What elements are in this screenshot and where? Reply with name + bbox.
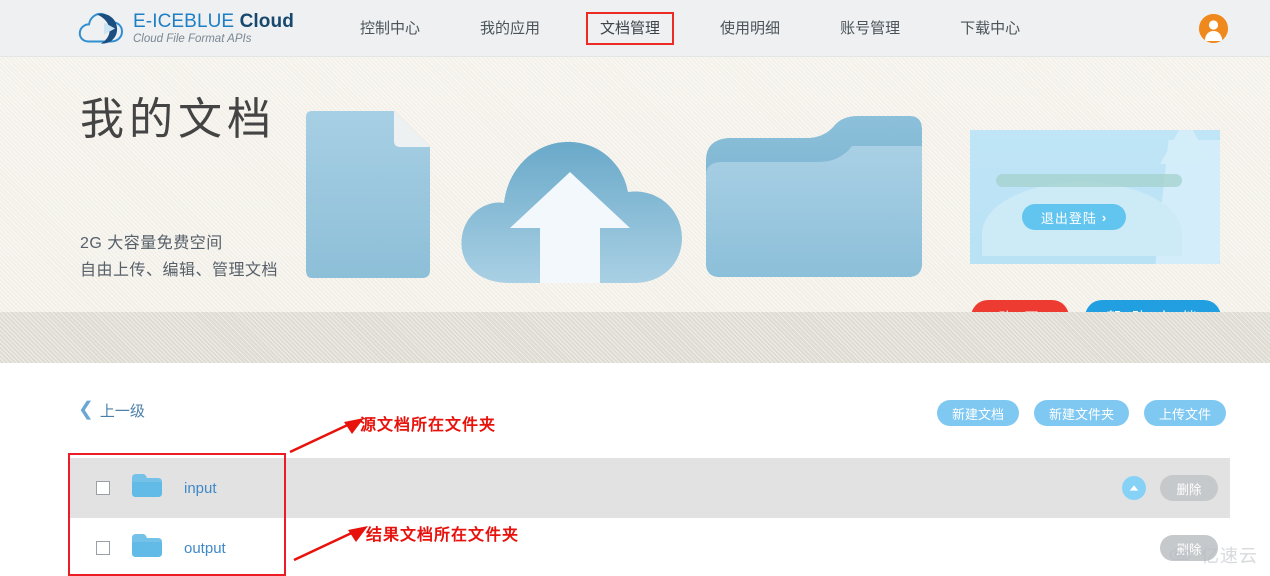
site-header: E-ICEBLUE Cloud Cloud File Format APIs 控… bbox=[0, 0, 1270, 57]
nav-item-my-apps[interactable]: 我的应用 bbox=[466, 12, 554, 45]
file-list: input 删除 output 删除 bbox=[68, 458, 1230, 576]
new-document-button[interactable]: 新建文档 bbox=[936, 400, 1019, 426]
back-link-label: 上一级 bbox=[99, 403, 145, 420]
logo-text: E-ICEBLUE Cloud Cloud File Format APIs bbox=[133, 10, 294, 46]
file-toolbar: 新建文档 新建文件夹 上传文件 bbox=[936, 400, 1226, 426]
watermark-text: 亿速云 bbox=[1201, 546, 1258, 566]
new-folder-button[interactable]: 新建文件夹 bbox=[1033, 400, 1129, 426]
logout-button[interactable]: 退出登陆 › bbox=[1022, 204, 1126, 230]
hero-banner: 我的文档 2G 大容量免费空间 自由上传、编辑、管理文档 退出登陆 › bbox=[0, 57, 1270, 334]
row-actions: 删除 bbox=[1122, 475, 1218, 501]
card-peak-decor bbox=[1160, 130, 1212, 164]
annotation-source-label: 源文档所在文件夹 bbox=[360, 415, 497, 434]
nav-item-usage-details[interactable]: 使用明细 bbox=[706, 12, 794, 45]
section-divider-band bbox=[0, 312, 1270, 363]
nav-item-account-management[interactable]: 账号管理 bbox=[826, 12, 914, 45]
card-water-decor bbox=[996, 174, 1182, 187]
breadcrumb-back-link[interactable]: ❮ 上一级 bbox=[78, 400, 145, 421]
chevron-right-icon: › bbox=[1101, 209, 1108, 225]
logo-title: E-ICEBLUE Cloud bbox=[133, 12, 294, 31]
upload-file-button[interactable]: 上传文件 bbox=[1143, 400, 1226, 426]
file-name-label[interactable]: output bbox=[184, 540, 226, 557]
main-navigation: 控制中心 我的应用 文档管理 使用明细 账号管理 下载中心 bbox=[330, 0, 1050, 57]
row-checkbox[interactable] bbox=[96, 541, 110, 555]
account-card: 退出登陆 › bbox=[970, 130, 1220, 264]
page-root: E-ICEBLUE Cloud Cloud File Format APIs 控… bbox=[0, 0, 1270, 576]
hero-subtitle: 2G 大容量免费空间 自由上传、编辑、管理文档 bbox=[80, 230, 278, 284]
annotation-result-label: 结果文档所在文件夹 bbox=[366, 525, 520, 544]
watermark: 亿速云 bbox=[1169, 542, 1258, 568]
folder-icon bbox=[706, 116, 922, 277]
logout-button-label: 退出登陆 bbox=[1040, 210, 1097, 226]
upload-arrow-icon[interactable] bbox=[1122, 476, 1146, 500]
page-title: 我的文档 bbox=[80, 95, 276, 144]
nav-item-control-center[interactable]: 控制中心 bbox=[346, 12, 434, 45]
hero-subtitle-line2: 自由上传、编辑、管理文档 bbox=[80, 262, 279, 279]
cloud-upload-icon bbox=[452, 102, 687, 283]
table-row[interactable]: output 删除 bbox=[68, 518, 1230, 576]
logo-subtitle: Cloud File Format APIs bbox=[133, 33, 252, 46]
hero-subtitle-line1: 2G 大容量免费空间 bbox=[80, 235, 223, 252]
site-logo[interactable]: E-ICEBLUE Cloud Cloud File Format APIs bbox=[78, 6, 294, 50]
user-avatar-icon[interactable] bbox=[1199, 14, 1228, 43]
file-name-label[interactable]: input bbox=[184, 480, 217, 497]
nav-item-document-management[interactable]: 文档管理 bbox=[586, 12, 675, 45]
row-checkbox[interactable] bbox=[96, 481, 110, 495]
cloud-logo-icon bbox=[78, 6, 124, 50]
nav-item-download-center[interactable]: 下载中心 bbox=[946, 12, 1034, 45]
chevron-left-icon: ❮ bbox=[78, 399, 94, 420]
cloud-watermark-icon bbox=[1169, 545, 1196, 566]
folder-icon bbox=[132, 534, 162, 562]
document-icon bbox=[298, 111, 430, 278]
folder-icon bbox=[132, 474, 162, 502]
delete-button[interactable]: 删除 bbox=[1160, 475, 1218, 501]
logo-title-bold: Cloud bbox=[239, 11, 294, 33]
table-row[interactable]: input 删除 bbox=[68, 458, 1230, 518]
logo-title-light: E-ICEBLUE bbox=[133, 11, 240, 33]
